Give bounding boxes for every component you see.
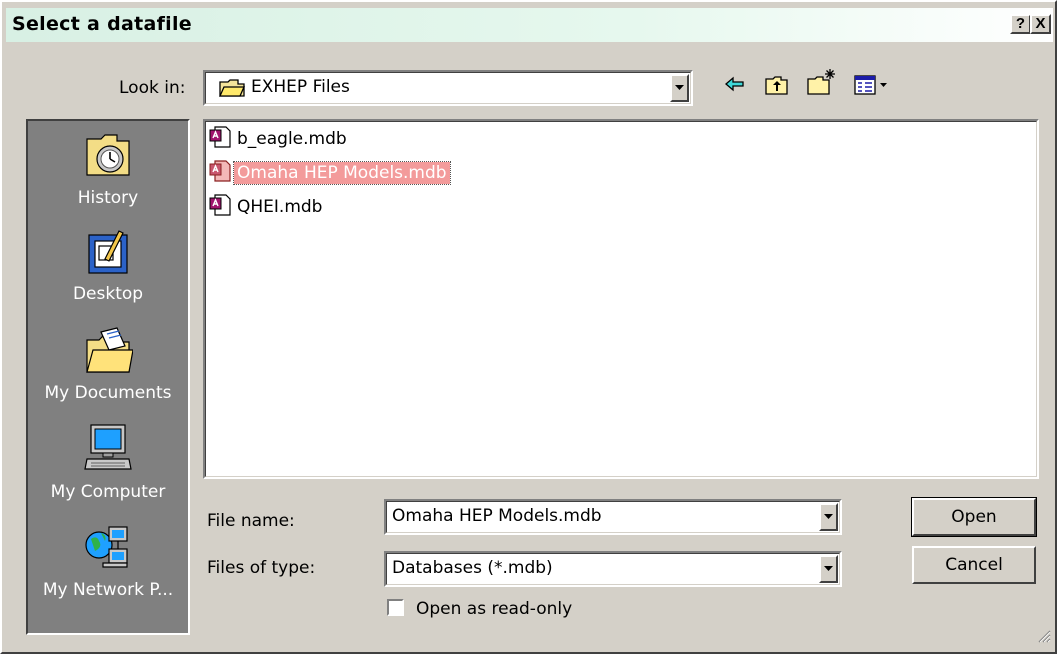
title-bar[interactable]: Select a datafile ? X — [6, 8, 1053, 42]
select-datafile-dialog: Select a datafile ? X Look in: EXHEP Fil… — [0, 0, 1057, 654]
file-name-label: File name: — [207, 511, 295, 531]
chevron-down-icon — [824, 514, 833, 519]
resize-grip-icon[interactable] — [1037, 629, 1051, 648]
look-in-value: EXHEP Files — [251, 77, 350, 97]
my-computer-icon — [28, 423, 188, 480]
file-name: QHEI.mdb — [237, 197, 323, 217]
place-desktop[interactable]: Desktop — [28, 227, 188, 304]
place-label: My Documents — [44, 383, 172, 403]
look-in-dropdown-arrow[interactable] — [670, 74, 689, 102]
place-label: History — [77, 188, 139, 208]
open-button[interactable]: Open — [911, 497, 1037, 537]
back-icon[interactable] — [724, 74, 746, 99]
file-name-dropdown-arrow[interactable] — [819, 503, 838, 531]
look-in-combo[interactable]: EXHEP Files — [203, 70, 693, 106]
dialog-title: Select a datafile — [12, 13, 192, 35]
view-menu-icon[interactable] — [854, 74, 890, 101]
access-database-icon — [209, 193, 231, 221]
file-name-combo[interactable]: Omaha HEP Models.mdb — [384, 499, 842, 535]
place-label: My Network P... — [42, 580, 174, 600]
look-in-label: Look in: — [119, 78, 186, 98]
my-network-places-icon — [28, 523, 188, 578]
place-my-documents[interactable]: My Documents — [28, 326, 188, 403]
place-label: My Computer — [50, 482, 166, 502]
files-of-type-dropdown-arrow[interactable] — [819, 555, 838, 583]
places-bar: History Desktop My Documents My Computer… — [26, 119, 190, 635]
help-button[interactable]: ? — [1010, 14, 1031, 34]
history-icon — [28, 131, 188, 186]
read-only-checkbox[interactable] — [387, 599, 404, 616]
files-of-type-combo[interactable]: Databases (*.mdb) — [384, 551, 842, 587]
list-item[interactable]: QHEI.mdb — [209, 193, 325, 221]
place-history[interactable]: History — [28, 131, 188, 208]
access-database-icon — [209, 125, 231, 153]
cancel-button[interactable]: Cancel — [912, 546, 1036, 584]
place-label: Desktop — [72, 284, 144, 304]
chevron-down-icon — [824, 566, 833, 571]
close-button[interactable]: X — [1030, 14, 1051, 34]
place-my-computer[interactable]: My Computer — [28, 423, 188, 502]
place-my-network-places[interactable]: My Network P... — [28, 523, 188, 600]
chevron-down-icon — [675, 85, 684, 90]
new-folder-icon[interactable] — [807, 68, 837, 101]
desktop-icon — [28, 227, 188, 282]
up-folder-icon[interactable] — [765, 74, 789, 101]
file-name-input[interactable]: Omaha HEP Models.mdb — [392, 506, 602, 526]
files-of-type-value: Databases (*.mdb) — [392, 558, 553, 578]
read-only-label[interactable]: Open as read-only — [416, 599, 572, 619]
file-name: b_eagle.mdb — [237, 129, 347, 149]
file-name: Omaha HEP Models.mdb — [233, 161, 451, 185]
list-item[interactable]: Omaha HEP Models.mdb — [209, 159, 451, 187]
my-documents-icon — [28, 326, 188, 381]
list-item[interactable]: b_eagle.mdb — [209, 125, 350, 153]
access-database-icon — [209, 159, 231, 187]
file-list[interactable]: b_eagle.mdb Omaha HEP Models.mdb QHEI.md… — [203, 119, 1039, 479]
folder-open-icon — [218, 78, 246, 103]
files-of-type-label: Files of type: — [207, 558, 316, 578]
